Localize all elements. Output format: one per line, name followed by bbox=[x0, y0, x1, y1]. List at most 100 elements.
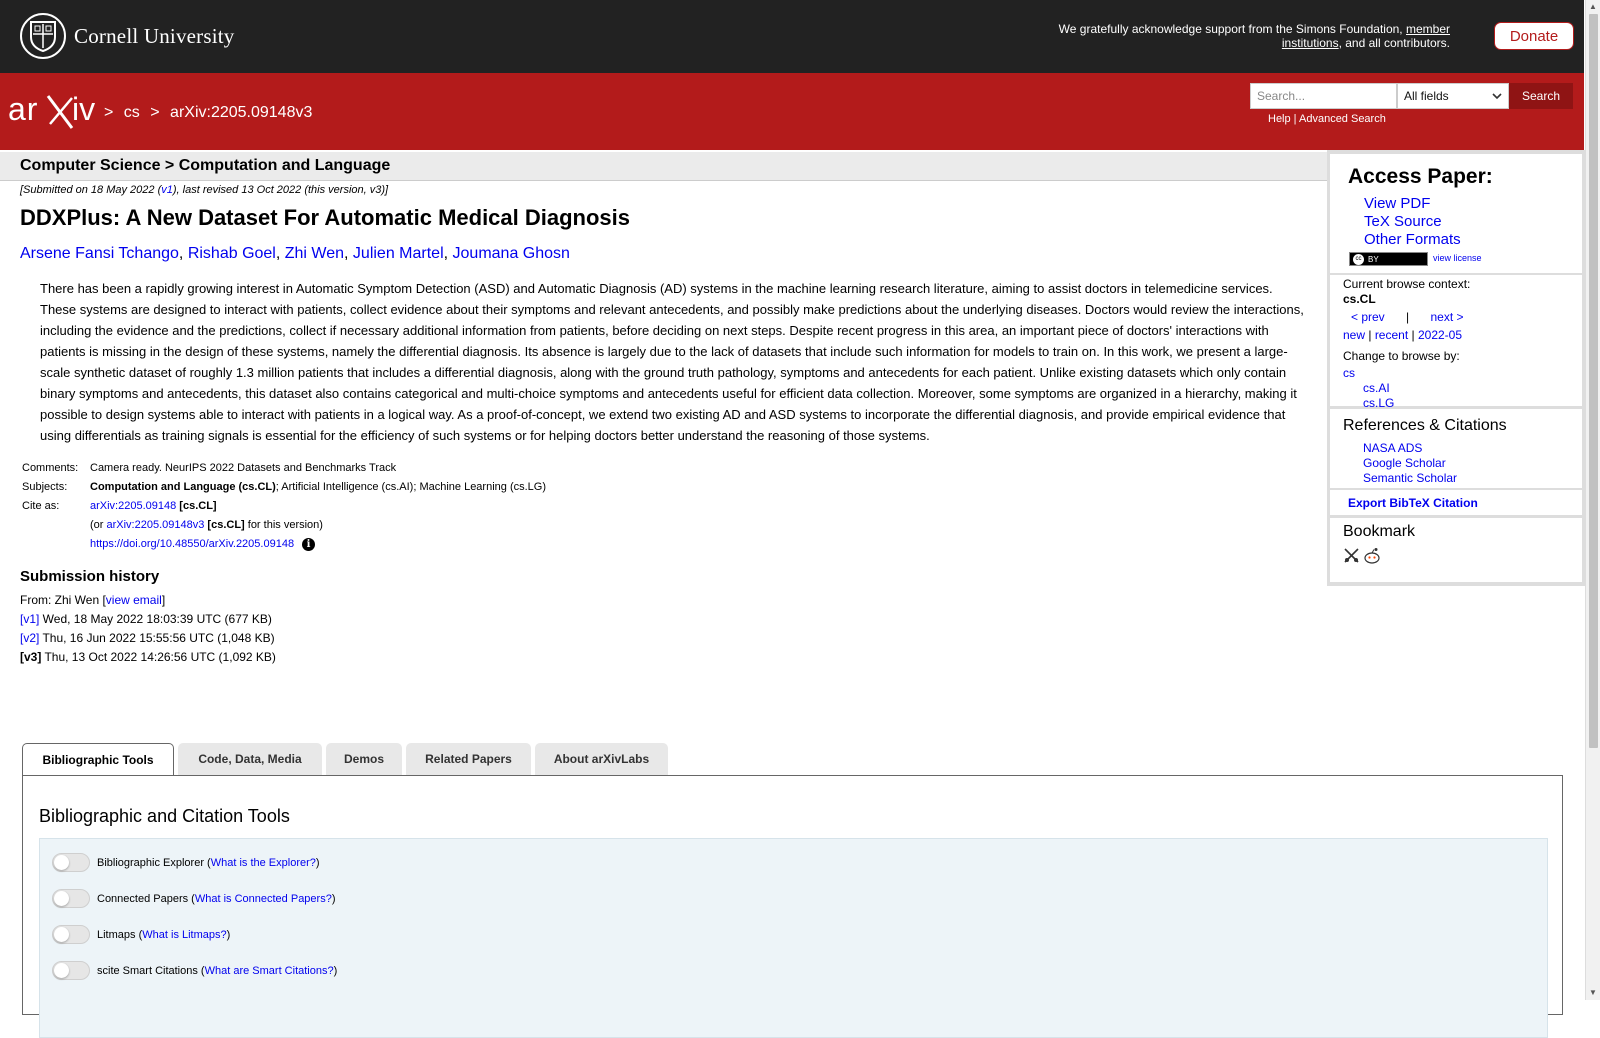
support-acknowledgement: We gratefully acknowledge support from t… bbox=[1030, 22, 1450, 50]
toggle-switch[interactable] bbox=[52, 853, 90, 872]
tool-row: Litmaps (What is Litmaps?) bbox=[52, 925, 230, 944]
sidebar: Access Paper: View PDF TeX Source Other … bbox=[1327, 150, 1585, 586]
search-field-select[interactable]: All fields bbox=[1397, 83, 1509, 109]
dateline-v1-link[interactable]: v1 bbox=[161, 184, 173, 196]
prev-link[interactable]: < prev bbox=[1351, 310, 1385, 324]
google-scholar-link[interactable]: Google Scholar bbox=[1363, 456, 1446, 470]
tool-info-link[interactable]: What are Smart Citations? bbox=[205, 965, 334, 977]
dateline-prefix: [Submitted on 18 May 2022 ( bbox=[20, 184, 162, 196]
other-formats-link[interactable]: Other Formats bbox=[1364, 231, 1461, 248]
view-license-link[interactable]: view license bbox=[1433, 253, 1482, 263]
cite-value: arXiv:2205.09148 [cs.CL] bbox=[88, 497, 548, 516]
breadcrumb-separator: > bbox=[150, 104, 160, 121]
export-bibtex-link[interactable]: Export BibTeX Citation bbox=[1348, 496, 1478, 510]
version-info: Thu, 13 Oct 2022 14:26:56 UTC (1,092 KB) bbox=[41, 650, 276, 664]
cite-version-suffix: for this version) bbox=[244, 519, 323, 531]
toggle-switch[interactable] bbox=[52, 925, 90, 944]
author-link[interactable]: Arsene Fansi Tchango bbox=[20, 245, 179, 262]
labs-tabs: Bibliographic Tools Code, Data, Media De… bbox=[22, 743, 672, 776]
info-icon[interactable]: i bbox=[302, 538, 316, 551]
arxiv-logo-icon: ar iv bbox=[8, 91, 95, 129]
toggle-knob bbox=[54, 891, 69, 906]
dateline-suffix: ), last revised 13 Oct 2022 (this versio… bbox=[172, 184, 389, 196]
donate-button[interactable]: Donate bbox=[1494, 22, 1574, 50]
author-link[interactable]: Joumana Ghosn bbox=[453, 245, 570, 262]
university-name: Cornell University bbox=[74, 23, 235, 48]
subject-title: Computer Science > Computation and Langu… bbox=[20, 157, 391, 174]
version-info: Wed, 18 May 2022 18:03:39 UTC (677 KB) bbox=[39, 612, 272, 626]
subjects-label: Subjects: bbox=[22, 481, 68, 493]
submission-from: From: Zhi Wen [view email] bbox=[20, 591, 1300, 610]
scroll-down-icon[interactable]: ▼ bbox=[1589, 988, 1597, 997]
advanced-search-link[interactable]: Advanced Search bbox=[1299, 113, 1386, 125]
tab-related-papers[interactable]: Related Papers bbox=[406, 743, 531, 775]
current-version-label: [v3] bbox=[20, 650, 42, 664]
new-link[interactable]: new bbox=[1343, 328, 1365, 342]
search-button[interactable]: Search bbox=[1509, 83, 1573, 109]
bibsonomy-icon[interactable] bbox=[1343, 547, 1360, 564]
tab-demos[interactable]: Demos bbox=[326, 743, 402, 775]
help-link[interactable]: Help bbox=[1268, 113, 1291, 125]
breadcrumb-separator: > bbox=[104, 104, 114, 121]
browse-cs-ai-link[interactable]: cs.AI bbox=[1363, 381, 1390, 395]
next-link[interactable]: next > bbox=[1431, 310, 1464, 324]
author-link[interactable]: Julien Martel bbox=[353, 245, 444, 262]
empty-cell bbox=[20, 535, 88, 554]
browse-cs-lg-link[interactable]: cs.LG bbox=[1363, 396, 1394, 410]
breadcrumb-cs[interactable]: cs bbox=[124, 104, 140, 121]
tool-info-link[interactable]: What is Litmaps? bbox=[142, 929, 226, 941]
breadcrumb-paper-id: arXiv:2205.09148v3 bbox=[170, 104, 313, 121]
cite-or: (or bbox=[90, 519, 107, 531]
reddit-icon[interactable] bbox=[1363, 547, 1381, 564]
primary-subject: Computation and Language (cs.CL) bbox=[90, 481, 276, 493]
doi-link[interactable]: https://doi.org/10.48550/arXiv.2205.0914… bbox=[90, 538, 294, 550]
semantic-scholar-link[interactable]: Semantic Scholar bbox=[1363, 471, 1457, 485]
access-paper-title: Access Paper: bbox=[1348, 165, 1493, 188]
tool-info-link[interactable]: What is the Explorer? bbox=[211, 857, 316, 869]
scrollbar-thumb[interactable] bbox=[1589, 14, 1598, 748]
toggle-switch[interactable] bbox=[52, 961, 90, 980]
search-input[interactable] bbox=[1250, 83, 1397, 109]
scroll-up-icon[interactable]: ▲ bbox=[1589, 2, 1597, 11]
comments-value: Camera ready. NeurIPS 2022 Datasets and … bbox=[90, 462, 397, 474]
tool-name: Litmaps bbox=[97, 928, 136, 941]
tools-box: Bibliographic Explorer (What is the Expl… bbox=[39, 838, 1548, 1038]
tool-info-link[interactable]: What is Connected Papers? bbox=[195, 893, 332, 905]
from-prefix: From: Zhi Wen [ bbox=[20, 593, 106, 607]
creative-commons-icon: cc bbox=[1353, 253, 1364, 265]
version-entry: [v1] Wed, 18 May 2022 18:03:39 UTC (677 … bbox=[20, 610, 1300, 629]
arxiv-logo[interactable]: ar iv bbox=[8, 90, 100, 135]
version-link[interactable]: [v1] bbox=[20, 612, 39, 626]
cite-row: Cite as: arXiv:2205.09148 [cs.CL] bbox=[20, 497, 548, 516]
browse-context: Current browse context: cs.CL < prev | n… bbox=[1343, 277, 1470, 411]
access-paper-box: Access Paper: View PDF TeX Source Other … bbox=[1330, 154, 1582, 273]
month-link[interactable]: 2022-05 bbox=[1418, 328, 1462, 342]
page-scrollbar[interactable]: ▲ ▼ bbox=[1585, 0, 1600, 1000]
view-pdf-link[interactable]: View PDF bbox=[1364, 195, 1430, 212]
author-link[interactable]: Zhi Wen bbox=[285, 245, 344, 262]
nasa-ads-link[interactable]: NASA ADS bbox=[1363, 441, 1422, 455]
author-link[interactable]: Rishab Goel bbox=[188, 245, 276, 262]
tex-source-link[interactable]: TeX Source bbox=[1364, 213, 1442, 230]
version-entry: [v2] Thu, 16 Jun 2022 15:55:56 UTC (1,04… bbox=[20, 629, 1300, 648]
empty-cell bbox=[20, 516, 88, 535]
version-link[interactable]: [v2] bbox=[20, 631, 39, 645]
tab-bibliographic-tools[interactable]: Bibliographic Tools bbox=[22, 743, 174, 776]
cite-version-link[interactable]: arXiv:2205.09148v3 bbox=[107, 519, 205, 531]
references-links: NASA ADS Google Scholar Semantic Scholar bbox=[1363, 441, 1457, 486]
browse-cs-link[interactable]: cs bbox=[1343, 366, 1355, 380]
tab-code-data-media[interactable]: Code, Data, Media bbox=[178, 743, 322, 775]
recent-link[interactable]: recent bbox=[1375, 328, 1408, 342]
view-email-link[interactable]: view email bbox=[106, 593, 162, 607]
cc-license-badge[interactable]: cc BY bbox=[1349, 252, 1428, 266]
comments-row: Comments: Camera ready. NeurIPS 2022 Dat… bbox=[20, 459, 548, 478]
tab-about-arxivlabs[interactable]: About arXivLabs bbox=[535, 743, 668, 775]
link-separator: | bbox=[1290, 113, 1299, 125]
toggle-knob bbox=[54, 855, 69, 870]
references-title: References & Citations bbox=[1343, 417, 1507, 434]
metadata-table: Comments: Camera ready. NeurIPS 2022 Dat… bbox=[20, 459, 548, 554]
cite-id-link[interactable]: arXiv:2205.09148 bbox=[90, 500, 176, 512]
search-help-links: Help | Advanced Search bbox=[1268, 113, 1386, 125]
toggle-switch[interactable] bbox=[52, 889, 90, 908]
cornell-logo[interactable]: Cornell University bbox=[20, 13, 235, 59]
